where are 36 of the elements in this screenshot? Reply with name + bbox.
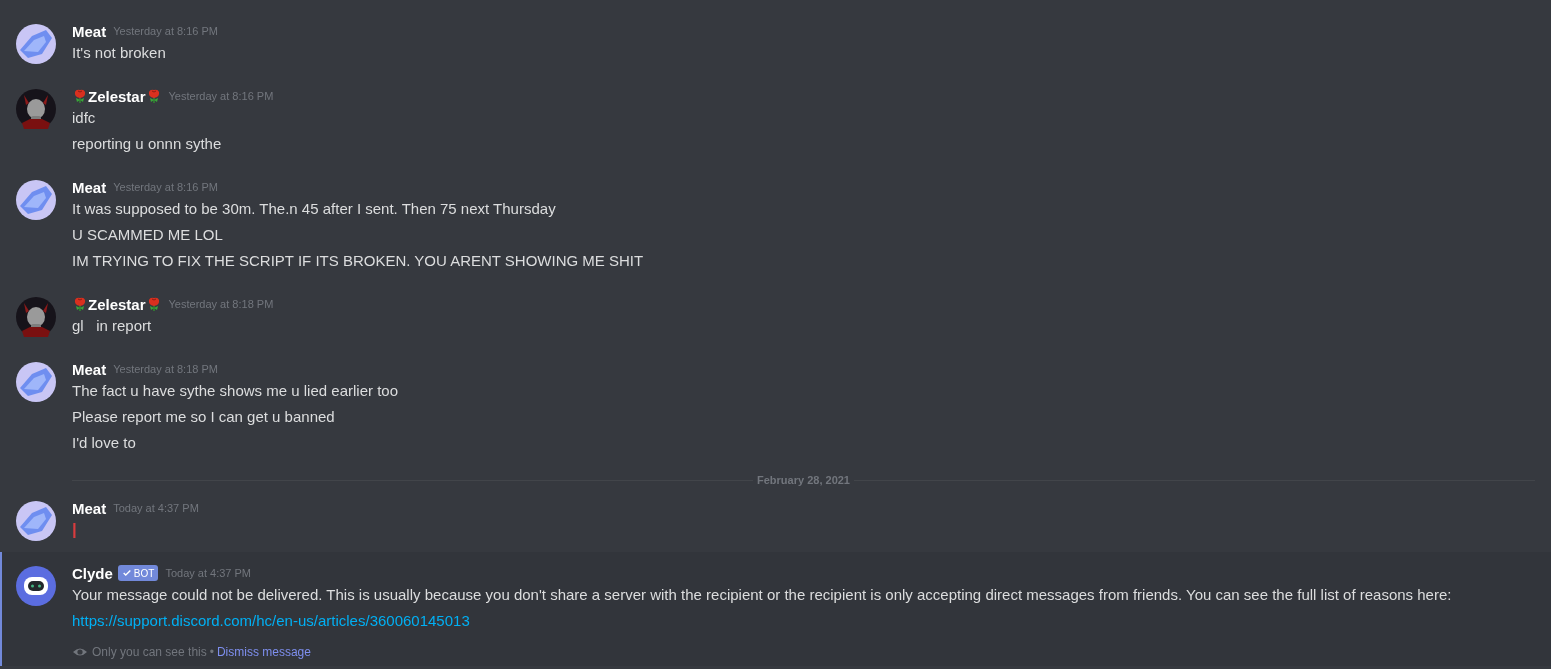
message-text: It was supposed to be 30m. The.n 45 after I sent. Then 75 next Thursday (72, 199, 556, 219)
message-text: Your message could not be delivered. This is usually because you don't share a server with the recipient or the recipient is only accepting direct messages from friends. You can see the full list of reasons here: (72, 585, 1452, 605)
message-text: It's not broken (72, 43, 166, 63)
username[interactable]: Meat (72, 360, 107, 378)
check-icon (121, 568, 132, 578)
date-divider-label: February 28, 2021 (756, 474, 851, 486)
message-text: idfc (72, 108, 96, 128)
username[interactable]: Meat (72, 499, 107, 517)
timestamp: Yesterday at 8:18 PM (113, 363, 218, 375)
rose-icon (72, 88, 88, 104)
timestamp: Today at 4:37 PM (113, 502, 199, 514)
username[interactable]: Meat (72, 178, 107, 196)
message-text: U SCAMMED ME LOL (72, 225, 223, 245)
timestamp: Yesterday at 8:16 PM (168, 90, 274, 102)
message-text: IM TRYING TO FIX THE SCRIPT IF ITS BROKEN. YOU ARENT SHOWING ME SHIT (72, 251, 644, 271)
username[interactable]: Clyde (72, 564, 113, 582)
timestamp: Today at 4:37 PM (165, 567, 252, 579)
message-text: I'd love to (72, 433, 136, 453)
link[interactable]: https://support.discord.com/hc/en-us/articles/360060145013 (72, 610, 470, 632)
username[interactable]: Meat (72, 22, 107, 40)
separator-dot: • (209, 645, 214, 659)
message-text: | (72, 519, 77, 541)
timestamp: Yesterday at 8:18 PM (168, 298, 274, 310)
username[interactable]: Zelestar (88, 295, 146, 313)
timestamp: Yesterday at 8:16 PM (113, 25, 218, 37)
bot-tag: BOT (117, 565, 159, 581)
robot-avatar-icon (16, 566, 56, 606)
username[interactable]: Zelestar (88, 87, 146, 105)
timestamp: Yesterday at 8:16 PM (113, 181, 218, 193)
message-text: The fact u have sythe shows me u lied earlier too (72, 381, 398, 401)
message-text: gl in report (72, 316, 152, 336)
rose-icon (72, 296, 88, 312)
ephemeral-note: Only you can see this (92, 645, 207, 659)
message-text: Please report me so I can get u banned (72, 407, 335, 427)
message-text: reporting u onnn sythe (72, 134, 222, 154)
dismiss-link[interactable]: Dismiss message (216, 645, 311, 659)
